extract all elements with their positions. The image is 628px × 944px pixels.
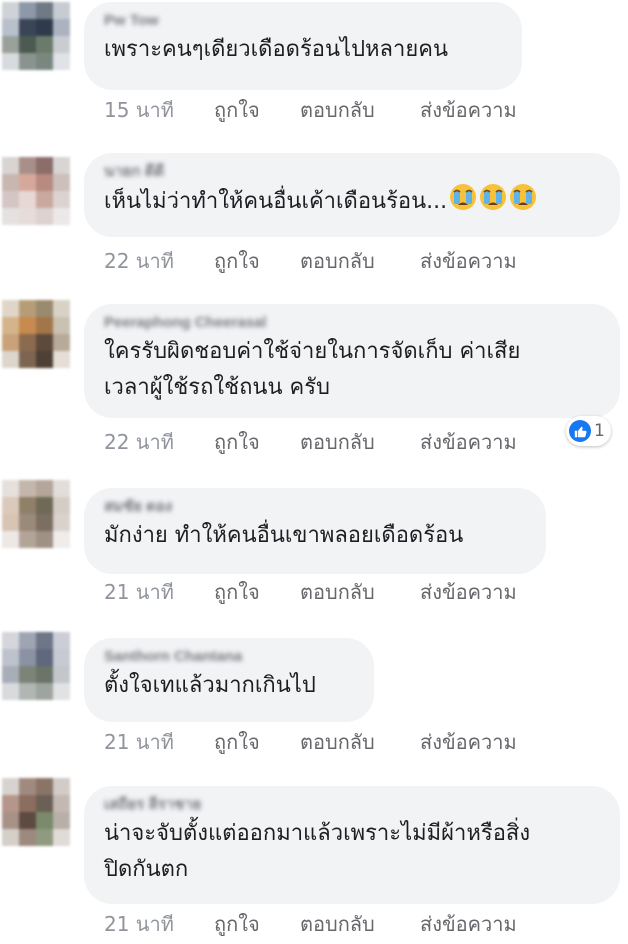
avatar[interactable]	[2, 778, 70, 846]
thumbs-up-icon	[569, 420, 591, 442]
avatar[interactable]	[2, 480, 70, 548]
comment-bubble: Santhorn Chantana ตั้งใจเทแล้วมากเกินไป	[84, 638, 374, 722]
like-button[interactable]: ถูกใจ	[214, 908, 300, 940]
send-message-button[interactable]: ส่งข้อความ	[420, 94, 517, 126]
comment-author-name[interactable]: สมชัย ดอง	[104, 496, 528, 518]
comment-actions: 21 นาที ถูกใจ ตอบกลับ ส่งข้อความ	[104, 908, 517, 940]
comment-actions: 21 นาที ถูกใจ ตอบกลับ ส่งข้อความ	[104, 576, 517, 608]
comment-author-name[interactable]: Peeraphong Cheerasal	[104, 312, 602, 334]
comment-text: มักง่าย ทำให้คนอื่นเขาพลอยเดือดร้อน	[104, 523, 464, 548]
comment-actions: 15 นาที ถูกใจ ตอบกลับ ส่งข้อความ	[104, 94, 517, 126]
comment-text-content: เห็นไม่ว่าทำให้คนอื่นเค้าเดือนร้อน...	[104, 189, 448, 214]
reaction-count-badge[interactable]: 1	[566, 416, 611, 446]
avatar[interactable]	[2, 157, 70, 225]
send-message-button[interactable]: ส่งข้อความ	[420, 908, 517, 940]
comment-timestamp[interactable]: 21 นาที	[104, 908, 214, 940]
send-message-button[interactable]: ส่งข้อความ	[420, 245, 517, 277]
comment-author-name[interactable]: Pw Tow	[104, 10, 504, 32]
comment-author-name[interactable]: นายก ดีดี	[104, 161, 602, 183]
comment-text: ใครรับผิดชอบค่าใช้จ่ายในการจัดเก็บ ค่าเส…	[104, 339, 521, 400]
reply-button[interactable]: ตอบกลับ	[300, 726, 420, 758]
comment-timestamp[interactable]: 22 นาที	[104, 245, 214, 277]
send-message-button[interactable]: ส่งข้อความ	[420, 576, 517, 608]
reply-button[interactable]: ตอบกลับ	[300, 245, 420, 277]
comment-text: เห็นไม่ว่าทำให้คนอื่นเค้าเดือนร้อน...	[104, 183, 602, 223]
avatar[interactable]	[2, 300, 70, 368]
avatar[interactable]	[2, 632, 70, 700]
comment-timestamp[interactable]: 21 นาที	[104, 726, 214, 758]
comment-text: น่าจะจับตั้งแต่ออกมาแล้วเพราะไม่มีผ้าหรื…	[104, 821, 531, 882]
like-button[interactable]: ถูกใจ	[214, 94, 300, 126]
comment-bubble: สมชัย ดอง มักง่าย ทำให้คนอื่นเขาพลอยเดือ…	[84, 488, 546, 574]
like-button[interactable]: ถูกใจ	[214, 576, 300, 608]
comment-author-name[interactable]: Santhorn Chantana	[104, 646, 356, 668]
comment-bubble: นายก ดีดี เห็นไม่ว่าทำให้คนอื่นเค้าเดือน…	[84, 153, 620, 237]
crying-face-emoji-icon	[479, 183, 507, 223]
send-message-button[interactable]: ส่งข้อความ	[420, 426, 517, 458]
emoji-group	[447, 184, 537, 214]
like-button[interactable]: ถูกใจ	[214, 245, 300, 277]
comment-text: เพราะคนๆเดียวเดือดร้อนไปหลายคน	[104, 37, 449, 62]
comment-bubble: Pw Tow เพราะคนๆเดียวเดือดร้อนไปหลายคน	[84, 2, 522, 90]
comment-bubble: Peeraphong Cheerasal ใครรับผิดชอบค่าใช้จ…	[84, 304, 620, 418]
reaction-count: 1	[594, 421, 605, 441]
like-button[interactable]: ถูกใจ	[214, 426, 300, 458]
reply-button[interactable]: ตอบกลับ	[300, 576, 420, 608]
comment-bubble: เสถียร ลีราชาย น่าจะจับตั้งแต่ออกมาแล้วเ…	[84, 786, 620, 904]
send-message-button[interactable]: ส่งข้อความ	[420, 726, 517, 758]
comment-text: ตั้งใจเทแล้วมากเกินไป	[104, 673, 316, 698]
comment-actions: 22 นาที ถูกใจ ตอบกลับ ส่งข้อความ	[104, 426, 517, 458]
comment-author-name[interactable]: เสถียร ลีราชาย	[104, 794, 602, 816]
reply-button[interactable]: ตอบกลับ	[300, 908, 420, 940]
like-button[interactable]: ถูกใจ	[214, 726, 300, 758]
reply-button[interactable]: ตอบกลับ	[300, 426, 420, 458]
comment-actions: 22 นาที ถูกใจ ตอบกลับ ส่งข้อความ	[104, 245, 517, 277]
avatar[interactable]	[2, 2, 70, 70]
comment-timestamp[interactable]: 15 นาที	[104, 94, 214, 126]
crying-face-emoji-icon	[449, 183, 477, 223]
comment-actions: 21 นาที ถูกใจ ตอบกลับ ส่งข้อความ	[104, 726, 517, 758]
reply-button[interactable]: ตอบกลับ	[300, 94, 420, 126]
crying-face-emoji-icon	[509, 183, 537, 223]
comment-timestamp[interactable]: 21 นาที	[104, 576, 214, 608]
comment-timestamp[interactable]: 22 นาที	[104, 426, 214, 458]
